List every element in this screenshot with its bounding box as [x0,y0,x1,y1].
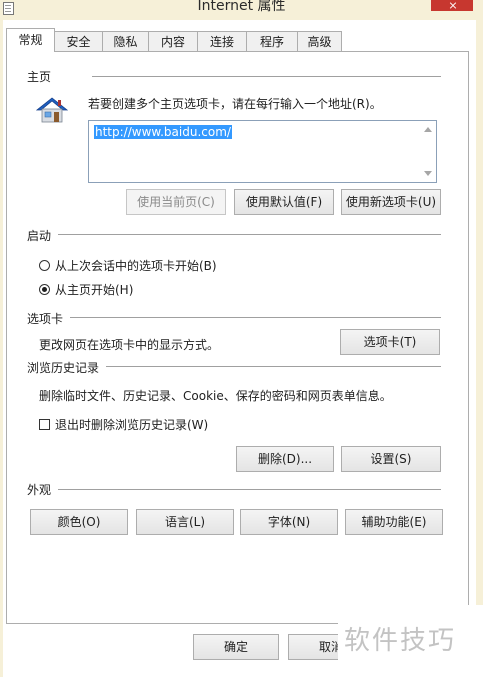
fonts-button[interactable]: 字体(N) [240,509,338,535]
languages-button[interactable]: 语言(L) [136,509,234,535]
startup-home-page-label[interactable]: 从主页开始(H) [55,281,133,298]
startup-last-session-label[interactable]: 从上次会话中的选项卡开始(B) [55,257,217,274]
close-button[interactable] [431,0,473,11]
history-divider [106,366,441,367]
tab-privacy[interactable]: 隐私 [102,31,149,51]
house-icon [36,97,68,123]
delete-on-exit-label[interactable]: 退出时删除浏览历史记录(W) [55,416,208,433]
tabs-divider [70,317,441,318]
startup-home-page-radio[interactable] [39,284,50,295]
tab-content[interactable]: 内容 [148,31,198,51]
history-settings-button[interactable]: 设置(S) [341,446,441,472]
homepage-url-textarea[interactable]: http://www.baidu.com/ [88,120,437,183]
homepage-instruction: 若要创建多个主页选项卡，请在每行输入一个地址(R)。 [88,97,382,111]
window-title: Internet 属性 [197,0,286,14]
use-current-button[interactable]: 使用当前页(C) [126,189,226,215]
url-scrollbar[interactable] [420,121,436,182]
colors-button[interactable]: 颜色(O) [30,509,128,535]
tab-programs[interactable]: 程序 [246,31,298,51]
homepage-divider [92,76,441,77]
homepage-url-text[interactable]: http://www.baidu.com/ [94,125,232,139]
homepage-group-label: 主页 [27,68,56,85]
tab-general[interactable]: 常规 [6,28,55,52]
startup-group-label: 启动 [27,227,56,244]
accessibility-button[interactable]: 辅助功能(E) [345,509,443,535]
use-new-tab-button[interactable]: 使用新选项卡(U) [341,189,441,215]
appearance-group-label: 外观 [27,481,56,498]
history-group-label: 浏览历史记录 [27,359,104,376]
tab-advanced[interactable]: 高级 [297,31,342,51]
ok-button[interactable]: 确定 [193,634,279,660]
tabs-group-label: 选项卡 [27,310,68,327]
scroll-up-icon[interactable] [424,127,432,132]
tab-security[interactable]: 安全 [54,31,103,51]
scroll-down-icon[interactable] [424,171,432,176]
window-frame-left [0,20,3,677]
watermark-text: 软件技巧 [344,626,457,656]
history-description: 删除临时文件、历史记录、Cookie、保存的密码和网页表单信息。 [39,389,392,403]
use-default-button[interactable]: 使用默认值(F) [234,189,334,215]
startup-divider [58,234,441,235]
window-frame-right [476,20,483,677]
tabs-settings-button[interactable]: 选项卡(T) [340,329,440,355]
delete-history-button[interactable]: 删除(D)... [236,446,334,472]
delete-on-exit-checkbox[interactable] [39,419,50,430]
startup-last-session-radio[interactable] [39,260,50,271]
appearance-divider [58,489,441,490]
tab-connections[interactable]: 连接 [197,31,247,51]
tabs-description: 更改网页在选项卡中的显示方式。 [39,338,220,352]
title-bar: Internet 属性 [0,0,483,20]
